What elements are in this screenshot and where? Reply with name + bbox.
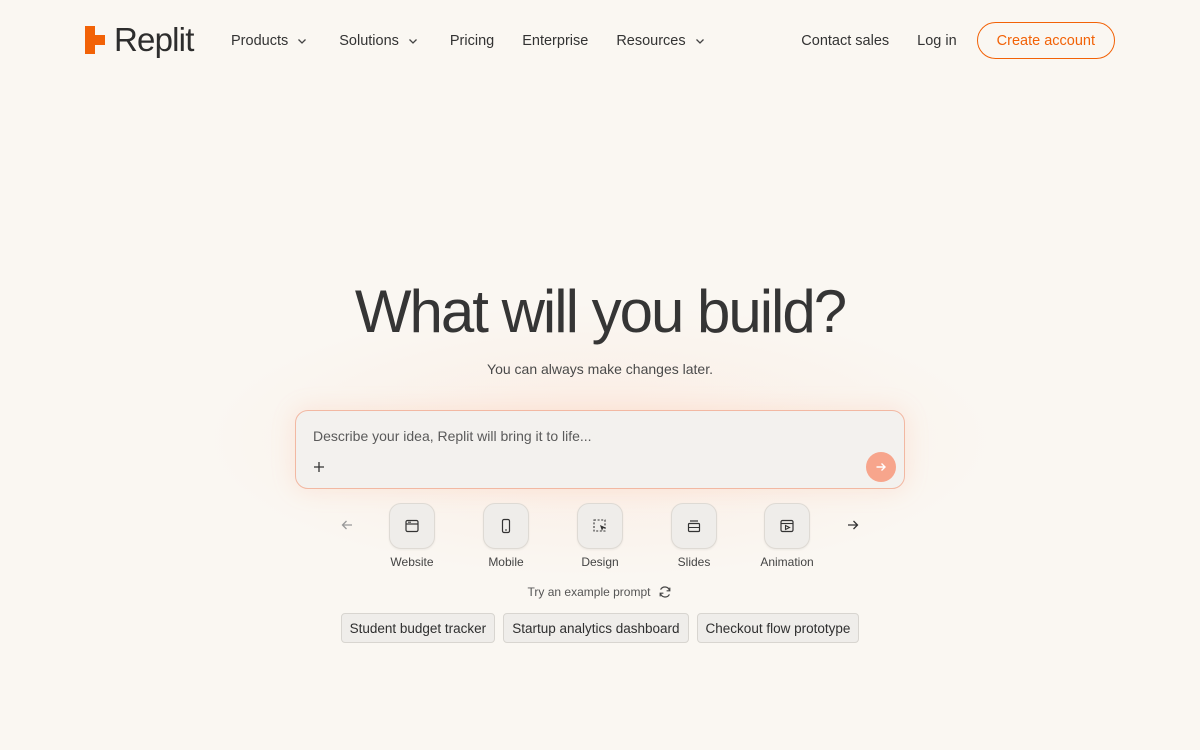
- create-account-button[interactable]: Create account: [976, 22, 1115, 59]
- header-actions: Contact sales Log in Create account: [801, 22, 1115, 59]
- arrow-right-icon: [876, 463, 886, 471]
- nav-item-products[interactable]: Products: [231, 33, 308, 49]
- app-type-label: Design: [581, 555, 619, 569]
- nav-item-solutions[interactable]: Solutions: [339, 33, 419, 49]
- nav-item-enterprise[interactable]: Enterprise: [522, 33, 588, 49]
- nav-item-label: Products: [231, 33, 289, 49]
- main-nav: Products Solutions Pricing Enterprise Re…: [231, 28, 706, 54]
- app-type-tile: [764, 503, 810, 549]
- chevron-down-icon: [408, 39, 417, 44]
- replit-logo-icon: [85, 26, 105, 54]
- page: Replit Products Solutions Pricing Enterp…: [0, 0, 1200, 750]
- app-type-tile: [577, 503, 623, 549]
- app-type-label: Mobile: [488, 555, 524, 569]
- log-in-link[interactable]: Log in: [917, 33, 957, 49]
- browser-window-icon: [405, 519, 419, 533]
- chevron-down-icon: [695, 39, 704, 44]
- prompt-input[interactable]: [313, 425, 873, 447]
- app-type-label: Animation: [760, 555, 814, 569]
- brand-name: Replit: [114, 21, 194, 58]
- animation-icon: [780, 519, 794, 533]
- plus-icon[interactable]: [311, 459, 327, 475]
- design-select-icon: [593, 519, 606, 532]
- example-chips: Student budget tracker Startup analytics…: [0, 613, 1200, 643]
- nav-item-label: Resources: [616, 33, 686, 49]
- example-chip-startup-analytics-dashboard[interactable]: Startup analytics dashboard: [503, 613, 689, 643]
- app-type-label: Slides: [677, 555, 711, 569]
- app-type-carousel: Website Mobile Design Slides Animation: [0, 503, 1200, 573]
- example-prompt-row: Try an example prompt: [0, 583, 1200, 601]
- send-button[interactable]: [866, 452, 896, 482]
- site-header: Replit Products Solutions Pricing Enterp…: [0, 0, 1200, 82]
- app-type-label: Website: [390, 555, 434, 569]
- slides-icon: [687, 520, 701, 533]
- replit-logo[interactable]: Replit: [84, 22, 194, 58]
- contact-sales-link[interactable]: Contact sales: [801, 33, 889, 49]
- nav-item-label: Enterprise: [522, 33, 589, 49]
- app-type-mobile[interactable]: Mobile: [466, 503, 546, 570]
- prompt-box: [295, 410, 905, 489]
- arrow-right-icon[interactable]: [845, 517, 861, 533]
- nav-item-label: Pricing: [449, 33, 495, 49]
- chevron-down-icon: [298, 39, 307, 44]
- app-type-website[interactable]: Website: [372, 503, 452, 570]
- app-type-animation[interactable]: Animation: [747, 503, 827, 570]
- arrow-left-icon[interactable]: [339, 517, 355, 533]
- example-chip-student-budget-tracker[interactable]: Student budget tracker: [340, 613, 496, 643]
- hero-title: What will you build?: [354, 278, 847, 345]
- hero-subtitle: You can always make changes later.: [487, 361, 713, 377]
- phone-icon: [501, 518, 511, 534]
- refresh-icon[interactable]: [658, 585, 672, 599]
- example-prompt-label: Try an example prompt: [527, 585, 651, 599]
- app-type-tile: [483, 503, 529, 549]
- nav-item-resources[interactable]: Resources: [616, 33, 705, 49]
- nav-item-label: Solutions: [339, 33, 399, 49]
- example-chip-checkout-flow-prototype[interactable]: Checkout flow prototype: [696, 613, 860, 643]
- app-type-design[interactable]: Design: [560, 503, 640, 570]
- app-type-tile: [389, 503, 435, 549]
- app-type-slides[interactable]: Slides: [654, 503, 734, 570]
- nav-item-pricing[interactable]: Pricing: [450, 33, 494, 49]
- app-type-tile: [671, 503, 717, 549]
